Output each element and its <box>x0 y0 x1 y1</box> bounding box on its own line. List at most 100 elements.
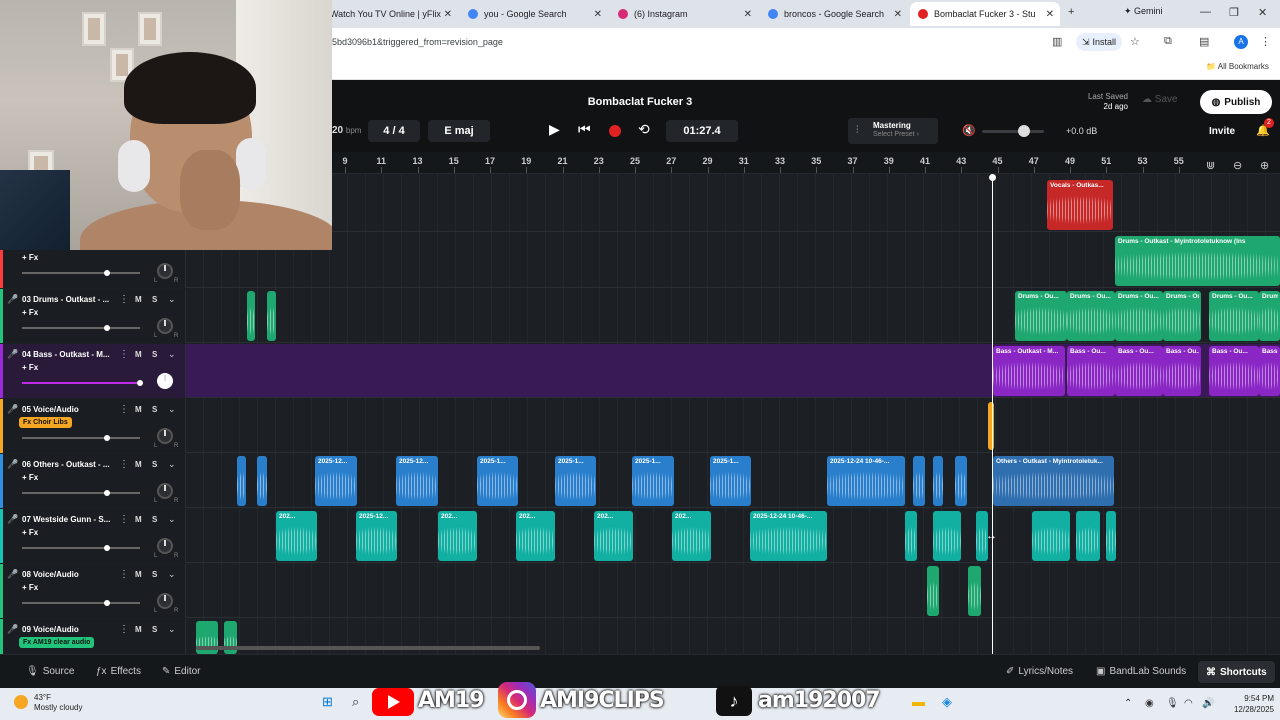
clip-westside[interactable] <box>933 511 961 561</box>
clip-drums[interactable]: Drums - Ou... <box>1067 291 1115 341</box>
solo-button[interactable]: S <box>152 570 157 579</box>
clip-others[interactable]: 2025-12... <box>315 456 357 506</box>
solo-button[interactable]: S <box>152 625 157 634</box>
volume-knob[interactable] <box>104 325 110 331</box>
pan-knob[interactable] <box>157 538 173 554</box>
time-signature[interactable]: 4 / 4 <box>368 120 420 142</box>
clip-westside[interactable]: 202... <box>516 511 555 561</box>
timeline-ruler[interactable]: ⋓ ⊖ ⊕ 9 11 13 15 17 19 21 23 25 27 29 31 33 35 37 39 41 4… <box>332 152 1280 174</box>
add-fx-button[interactable]: + Fx <box>22 363 38 372</box>
mute-button[interactable]: M <box>135 515 142 524</box>
reading-list-icon[interactable]: ▥ <box>1052 35 1062 48</box>
track-menu-icon[interactable]: ⋮ <box>119 569 129 580</box>
zoom-in-icon[interactable]: ⊕ <box>1260 159 1269 172</box>
volume-knob[interactable] <box>104 270 110 276</box>
file-explorer-icon[interactable]: ▬ <box>912 694 925 709</box>
close-tab-icon[interactable]: ✕ <box>744 9 752 20</box>
track-volume-slider[interactable] <box>22 270 140 276</box>
play-icon[interactable]: ▶ <box>549 121 560 138</box>
add-fx-button[interactable]: + Fx <box>22 253 38 262</box>
track-name[interactable]: 04 Bass - Outkast - M... <box>22 350 116 359</box>
volume-icon[interactable]: 🔊 <box>1202 698 1214 709</box>
maximize-icon[interactable]: ❐ <box>1229 6 1239 19</box>
track-menu-icon[interactable]: ⋮ <box>119 294 129 305</box>
track-name[interactable]: 03 Drums - Outkast - ... <box>22 295 116 304</box>
clip-drums[interactable]: Drums - Ou... <box>1259 291 1280 341</box>
master-volume-slider[interactable] <box>982 130 1044 133</box>
add-fx-button[interactable]: + Fx <box>22 528 38 537</box>
tab-google-you[interactable]: you - Google Search ✕ <box>460 2 608 26</box>
profile-avatar[interactable]: A <box>1234 35 1248 49</box>
lyrics-notes-button[interactable]: ✐ Lyrics/Notes <box>1006 666 1073 677</box>
close-window-icon[interactable]: ✕ <box>1258 6 1267 19</box>
invite-button[interactable]: Invite <box>1209 126 1235 137</box>
new-tab-icon[interactable]: + <box>1068 6 1074 18</box>
clip-vocals[interactable]: Vocals - Outkas... <box>1047 180 1113 230</box>
track-menu-icon[interactable]: ⋮ <box>119 459 129 470</box>
clip-bass[interactable]: Bass - Ou... <box>1163 346 1201 396</box>
volume-knob[interactable] <box>104 490 110 496</box>
clip-bass[interactable]: Bass - Ou... <box>1067 346 1115 396</box>
minimize-icon[interactable]: — <box>1200 6 1211 18</box>
close-tab-icon[interactable]: ✕ <box>444 9 452 20</box>
clip-others[interactable]: 2025-12-24 10-46-... <box>827 456 905 506</box>
snap-magnet-icon[interactable]: ⋓ <box>1206 159 1215 172</box>
search-icon[interactable]: ⌕ <box>352 694 359 710</box>
clip-voice-choir[interactable] <box>988 402 994 450</box>
fx-preset-tag[interactable]: Fx AM19 clear audio <box>19 637 95 648</box>
clip-westside[interactable] <box>1032 511 1070 561</box>
track-volume-slider[interactable] <box>22 600 140 606</box>
clip-drums-long[interactable]: Drums - Outkast - Myintrotoletuknow (Ins <box>1115 236 1280 286</box>
add-fx-button[interactable]: + Fx <box>22 308 38 317</box>
tab-instagram[interactable]: (6) Instagram ✕ <box>610 2 758 26</box>
clip-others[interactable]: 2025-1... <box>632 456 674 506</box>
solo-button[interactable]: S <box>152 405 157 414</box>
track-volume-slider[interactable] <box>22 435 140 441</box>
save-button[interactable]: ☁ Save <box>1142 94 1178 105</box>
clip-westside[interactable]: 202... <box>672 511 711 561</box>
clip-others[interactable] <box>257 456 267 506</box>
install-button[interactable]: ⇲ Install <box>1076 33 1123 51</box>
all-bookmarks-button[interactable]: 📁 All Bookmarks <box>1206 62 1269 71</box>
tray-app-icon[interactable]: ◉ <box>1145 698 1154 709</box>
lane-voice-08[interactable] <box>0 564 1280 618</box>
pan-knob[interactable] <box>157 593 173 609</box>
extensions-icon[interactable]: ⧉ <box>1164 35 1172 48</box>
system-clock[interactable]: 9:54 PM 12/28/2025 <box>1226 693 1274 715</box>
clip-others[interactable]: 2025-12... <box>396 456 438 506</box>
mute-button[interactable]: M <box>135 405 142 414</box>
gemini-button[interactable]: ✦ Gemini <box>1124 6 1163 17</box>
key-selector[interactable]: E maj <box>428 120 490 142</box>
clip-drums[interactable] <box>267 291 276 341</box>
close-tab-icon[interactable]: ✕ <box>1046 9 1054 20</box>
track-menu-icon[interactable]: ⋮ <box>119 404 129 415</box>
track-name[interactable]: 05 Voice/Audio <box>22 405 116 414</box>
clip-westside[interactable] <box>1076 511 1100 561</box>
chevron-down-icon[interactable]: ⌄ <box>168 349 176 360</box>
solo-button[interactable]: S <box>152 515 157 524</box>
pan-knob[interactable] <box>157 483 173 499</box>
horizontal-scrollbar[interactable] <box>196 646 540 650</box>
mute-button[interactable]: M <box>135 570 142 579</box>
clip-westside[interactable]: 202... <box>276 511 317 561</box>
project-title[interactable]: Bombaclat Fucker 3 <box>540 96 740 108</box>
clip-westside[interactable] <box>905 511 917 561</box>
clip-others[interactable]: 2025-1... <box>710 456 751 506</box>
chevron-down-icon[interactable]: ⌄ <box>168 294 176 305</box>
shield-icon[interactable]: ◈ <box>942 694 952 710</box>
volume-knob[interactable] <box>104 600 110 606</box>
playhead[interactable] <box>992 174 993 654</box>
clip-bass[interactable]: Bass - Ou... <box>1115 346 1163 396</box>
track-volume-slider[interactable] <box>22 325 140 331</box>
chevron-down-icon[interactable]: ⌄ <box>168 624 176 635</box>
shortcuts-button[interactable]: ⌘ Shortcuts <box>1198 661 1275 683</box>
track-name[interactable]: 07 Westside Gunn - S... <box>22 515 116 524</box>
mute-button[interactable]: M <box>135 625 142 634</box>
playhead-handle[interactable] <box>989 174 996 181</box>
speaker-mute-icon[interactable]: 🔇 <box>962 124 976 137</box>
skip-back-icon[interactable]: ⏮ <box>578 121 591 138</box>
track-volume-slider[interactable] <box>22 545 140 551</box>
clip-others[interactable] <box>913 456 925 506</box>
solo-button[interactable]: S <box>152 460 157 469</box>
volume-knob[interactable] <box>104 435 110 441</box>
